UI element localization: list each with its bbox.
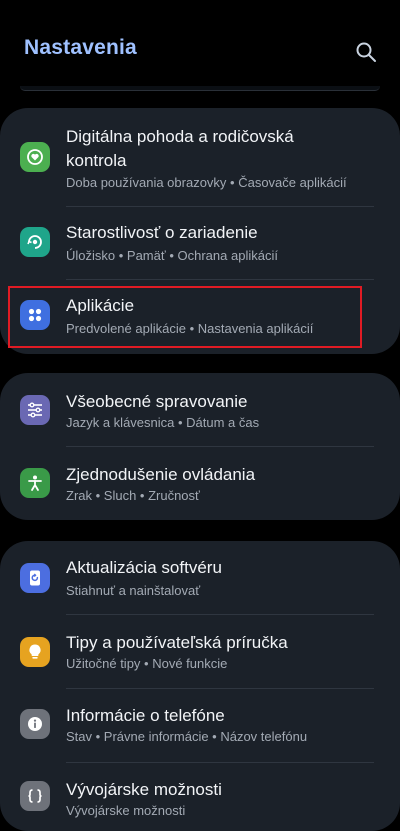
- settings-card-2: Všeobecné spravovanie Jazyk a klávesnica…: [0, 373, 400, 520]
- settings-card-3: Aktualizácia softvéru Stiahnuť a nainšta…: [0, 541, 400, 831]
- item-label: Tipy a používateľská príručka: [66, 633, 288, 652]
- item-subtitle: Stav • Právne informácie • Názov telefón…: [66, 729, 308, 744]
- settings-item-tips[interactable]: Tipy a používateľská príručka Užitočné t…: [0, 615, 400, 688]
- item-subtitle: Doba používania obrazovky • Časovače apl…: [66, 175, 347, 190]
- search-button[interactable]: [352, 38, 380, 66]
- item-subtitle: Zrak • Sluch • Zručnosť: [66, 488, 200, 503]
- item-subtitle: Jazyk a klávesnica • Dátum a čas: [66, 415, 260, 430]
- item-label: Vývojárske možnosti: [66, 780, 222, 799]
- settings-item-software-update[interactable]: Aktualizácia softvéru Stiahnuť a nainšta…: [0, 541, 400, 614]
- settings-item-device-care[interactable]: Starostlivosť o zariadenie Úložisko • Pa…: [0, 207, 400, 279]
- selection-highlight: [8, 286, 362, 348]
- settings-item-developer-options[interactable]: Vývojárske možnosti Vývojárske možnosti: [0, 763, 400, 831]
- header: Nastavenia: [0, 0, 400, 100]
- item-subtitle: Stiahnuť a nainštalovať: [66, 583, 201, 598]
- settings-item-digital-wellbeing[interactable]: Digitálna pohoda a rodičovská kontrola D…: [0, 108, 400, 206]
- item-label: Informácie o telefóne: [66, 706, 225, 725]
- page-title: Nastavenia: [24, 36, 137, 59]
- item-label-line2: kontrola: [66, 151, 127, 170]
- item-label-line1: Digitálna pohoda a rodičovská: [66, 127, 294, 146]
- info-icon: [20, 709, 50, 739]
- sliders-icon: [20, 395, 50, 425]
- device-care-icon: [20, 227, 50, 257]
- search-icon: [356, 42, 376, 62]
- item-label: Všeobecné spravovanie: [66, 392, 248, 411]
- item-subtitle: Úložisko • Pamäť • Ochrana aplikácií: [66, 248, 278, 263]
- item-subtitle: Užitočné tipy • Nové funkcie: [66, 656, 228, 671]
- developer-icon: [20, 781, 50, 811]
- settings-item-about-phone[interactable]: Informácie o telefóne Stav • Právne info…: [0, 689, 400, 762]
- item-label: Starostlivosť o zariadenie: [66, 223, 258, 242]
- item-subtitle: Vývojárske možnosti: [66, 803, 186, 818]
- accessibility-icon: [20, 468, 50, 498]
- item-label: Zjednodušenie ovládania: [66, 465, 256, 484]
- lightbulb-icon: [20, 637, 50, 667]
- settings-item-accessibility[interactable]: Zjednodušenie ovládania Zrak • Sluch • Z…: [0, 447, 400, 520]
- wellbeing-icon: [20, 142, 50, 172]
- software-update-icon: [20, 563, 50, 593]
- settings-item-general-management[interactable]: Všeobecné spravovanie Jazyk a klávesnica…: [0, 373, 400, 446]
- item-label: Aktualizácia softvéru: [66, 558, 222, 577]
- previous-card-edge: [20, 86, 380, 91]
